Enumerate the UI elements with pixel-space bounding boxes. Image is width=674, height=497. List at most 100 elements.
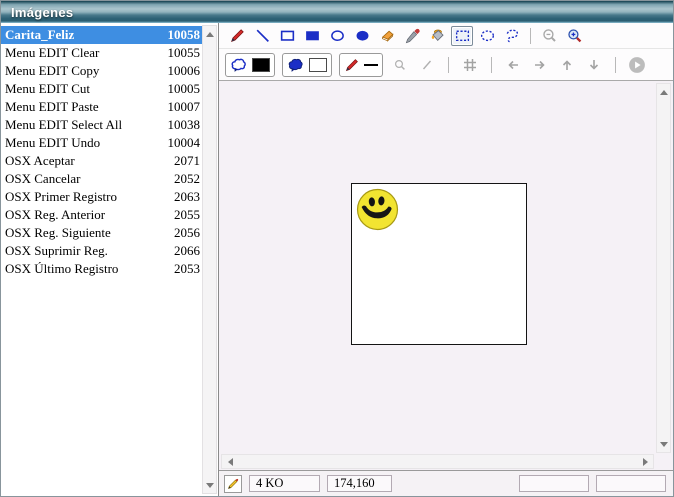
drawing-toolbar	[219, 23, 673, 49]
list-item[interactable]: OSX Suprimir Reg. 2066	[1, 242, 202, 260]
item-name: Menu EDIT Clear	[5, 45, 168, 61]
arrow-left-icon	[505, 57, 521, 73]
item-name: OSX Cancelar	[5, 171, 174, 187]
up-arrow-icon	[660, 90, 668, 95]
item-name: Menu EDIT Select All	[5, 117, 168, 133]
zoom-out-button	[538, 26, 560, 46]
select-oval-tool-button[interactable]	[476, 26, 498, 46]
list-scrollbar[interactable]	[202, 25, 217, 494]
paint-bucket-tool-button[interactable]	[426, 26, 448, 46]
pencil-icon	[229, 27, 246, 44]
item-id: 10055	[168, 45, 201, 61]
nudge-left-button	[503, 55, 523, 75]
list-item[interactable]: OSX Primer Registro 2063	[1, 188, 202, 206]
list-item[interactable]: OSX Último Registro 2053	[1, 260, 202, 278]
line-tool-button[interactable]	[251, 26, 273, 46]
scroll-right-arrow[interactable]	[638, 455, 652, 468]
picture-canvas[interactable]	[351, 183, 527, 345]
item-name: OSX Reg. Siguiente	[5, 225, 174, 241]
scroll-down-arrow[interactable]	[657, 437, 670, 451]
filled-rectangle-tool-button[interactable]	[301, 26, 323, 46]
canvas-area[interactable]	[219, 81, 673, 470]
foreground-color-swatch[interactable]	[252, 58, 270, 72]
background-color-picker[interactable]	[282, 53, 332, 77]
eyedropper-icon	[404, 27, 421, 44]
scroll-up-arrow[interactable]	[203, 27, 216, 41]
rectangle-icon	[279, 27, 296, 44]
right-arrow-icon	[643, 458, 648, 466]
item-id: 10006	[168, 63, 201, 79]
filled-rectangle-icon	[304, 27, 321, 44]
item-id: 2066	[174, 243, 200, 259]
background-color-swatch[interactable]	[309, 58, 327, 72]
list-item[interactable]: Menu EDIT Cut 10005	[1, 80, 202, 98]
horizontal-scrollbar[interactable]	[221, 454, 654, 469]
list-item[interactable]: Menu EDIT Copy 10006	[1, 62, 202, 80]
item-name: OSX Aceptar	[5, 153, 174, 169]
item-id: 10038	[168, 117, 201, 133]
up-arrow-icon	[206, 32, 214, 37]
item-name: OSX Primer Registro	[5, 189, 174, 205]
list-item[interactable]: Menu EDIT Select All 10038	[1, 116, 202, 134]
images-library-window: Imágenes Carita_Feliz 10058 Menu EDIT Cl…	[0, 0, 674, 497]
grid-icon	[462, 57, 478, 73]
zoom-in-button[interactable]	[563, 26, 585, 46]
toolbar-separator	[491, 57, 492, 73]
arrow-down-icon	[586, 57, 602, 73]
window-body: Carita_Feliz 10058 Menu EDIT Clear 10055…	[1, 23, 673, 496]
list-item[interactable]: OSX Aceptar 2071	[1, 152, 202, 170]
eraser-icon	[379, 27, 396, 44]
eraser-tool-button[interactable]	[376, 26, 398, 46]
paint-bucket-icon	[429, 27, 446, 44]
vertical-scrollbar[interactable]	[656, 83, 671, 453]
status-field-empty	[596, 475, 666, 492]
pencil-small-icon	[226, 477, 240, 491]
item-name: Menu EDIT Undo	[5, 135, 168, 151]
list-item[interactable]: Menu EDIT Undo 10004	[1, 134, 202, 152]
lasso-tool-button[interactable]	[501, 26, 523, 46]
filled-oval-tool-button[interactable]	[351, 26, 373, 46]
list-item[interactable]: OSX Reg. Anterior 2055	[1, 206, 202, 224]
tool-indicator	[224, 475, 242, 493]
list-item[interactable]: OSX Cancelar 2052	[1, 170, 202, 188]
nudge-up-button	[557, 55, 577, 75]
item-id: 2053	[174, 261, 200, 277]
nudge-right-button	[530, 55, 550, 75]
item-name: OSX Reg. Anterior	[5, 207, 174, 223]
lasso-icon	[504, 27, 521, 44]
list-item[interactable]: Carita_Feliz 10058	[1, 26, 202, 44]
list-item[interactable]: Menu EDIT Paste 10007	[1, 98, 202, 116]
play-icon	[628, 56, 646, 74]
item-id: 10005	[168, 81, 201, 97]
select-rectangle-tool-button[interactable]	[451, 26, 473, 46]
item-name: OSX Último Registro	[5, 261, 174, 277]
item-name: OSX Suprimir Reg.	[5, 243, 174, 259]
scroll-up-arrow[interactable]	[657, 85, 670, 99]
shape-icon	[287, 56, 305, 73]
options-toolbar	[219, 49, 673, 81]
scroll-left-arrow[interactable]	[223, 455, 237, 468]
foreground-color-picker[interactable]	[225, 53, 275, 77]
down-arrow-icon	[660, 442, 668, 447]
eyedropper-tool-button[interactable]	[401, 26, 423, 46]
item-id: 2055	[174, 207, 200, 223]
filled-oval-icon	[354, 27, 371, 44]
item-id: 10007	[168, 99, 201, 115]
list-item[interactable]: Menu EDIT Clear 10055	[1, 44, 202, 62]
item-name: Carita_Feliz	[5, 27, 168, 43]
pencil-tool-button[interactable]	[226, 26, 248, 46]
item-name: Menu EDIT Cut	[5, 81, 168, 97]
arrow-up-icon	[559, 57, 575, 73]
line-width-picker[interactable]	[339, 53, 383, 77]
arrow-right-icon	[532, 57, 548, 73]
line-style-button	[417, 55, 437, 75]
status-field-empty	[519, 475, 589, 492]
toolbar-separator	[530, 28, 531, 44]
list-item[interactable]: OSX Reg. Siguiente 2056	[1, 224, 202, 242]
scroll-down-arrow[interactable]	[203, 478, 216, 492]
play-button	[627, 55, 647, 75]
oval-tool-button[interactable]	[326, 26, 348, 46]
item-id: 2056	[174, 225, 200, 241]
item-id: 2071	[174, 153, 200, 169]
rectangle-tool-button[interactable]	[276, 26, 298, 46]
